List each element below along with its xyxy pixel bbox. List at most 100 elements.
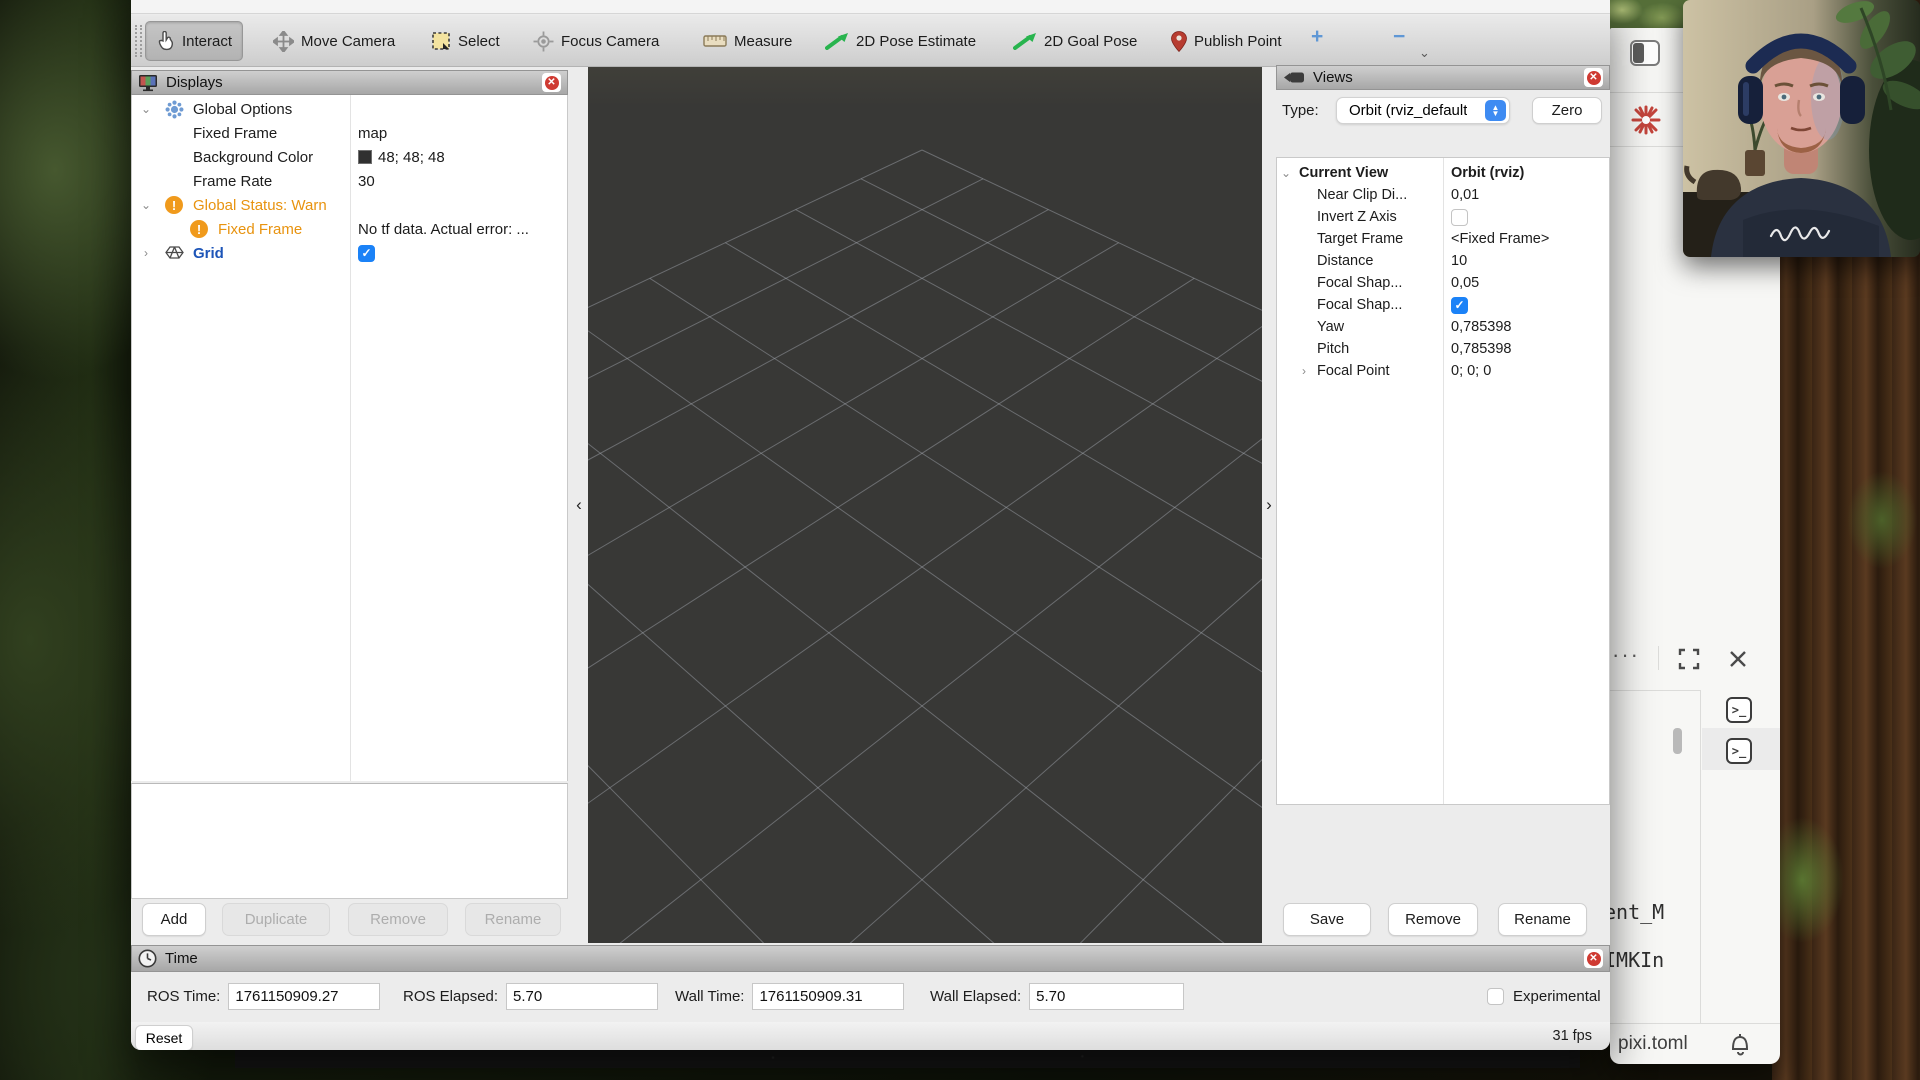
collapse-right-panel-handle[interactable]: › [1262, 67, 1276, 943]
experimental-checkbox[interactable] [1487, 988, 1504, 1005]
tree-row-fixed-frame-status[interactable]: ! Fixed Frame No tf data. Actual error: … [132, 217, 567, 241]
wall-elapsed-input[interactable] [1029, 983, 1184, 1010]
displays-panel-header[interactable]: Displays ✕ [131, 70, 568, 95]
views-property-tree: ⌄ Current View Orbit (rviz) Near Clip Di… [1276, 157, 1610, 805]
chevron-down-icon[interactable]: ⌄ [139, 198, 153, 212]
remove-tool-button[interactable]: − [1393, 25, 1405, 49]
starburst-icon[interactable] [1630, 104, 1662, 136]
row-value[interactable]: map [358, 125, 387, 142]
row-value[interactable]: 0,785398 [1451, 341, 1511, 357]
statusbar-filename[interactable]: pixi.toml [1618, 1033, 1688, 1055]
field-label: ROS Elapsed: [403, 988, 498, 1005]
reset-button[interactable]: Reset [135, 1025, 193, 1050]
row-label: Global Options [193, 101, 292, 118]
save-view-button[interactable]: Save [1283, 903, 1371, 936]
add-display-button[interactable]: Add [142, 903, 206, 936]
tree-row-frame-rate[interactable]: Frame Rate 30 [132, 169, 567, 193]
row-value[interactable]: 48; 48; 48 [358, 149, 445, 166]
toolbar-drag-handle[interactable] [135, 25, 142, 57]
tool-interact[interactable]: Interact [145, 21, 243, 61]
field-label: ROS Time: [147, 988, 220, 1005]
row-value[interactable]: 0,01 [1451, 187, 1479, 203]
view-row-current-view[interactable]: ⌄ Current View Orbit (rviz) [1277, 162, 1609, 184]
close-time-panel-button[interactable]: ✕ [1584, 949, 1603, 968]
tool-label: Interact [182, 33, 232, 50]
chevron-right-icon[interactable]: › [139, 246, 153, 260]
tool-2d-pose-estimate[interactable]: 2D Pose Estimate [815, 21, 986, 61]
row-value[interactable]: 10 [1451, 253, 1467, 269]
view-row-target-frame[interactable]: Target Frame <Fixed Frame> [1277, 228, 1609, 250]
fps-counter: 31 fps [1553, 1028, 1593, 1044]
rename-view-button[interactable]: Rename [1498, 903, 1587, 936]
view-row-distance[interactable]: Distance 10 [1277, 250, 1609, 272]
expand-icon[interactable] [1678, 648, 1700, 670]
chevron-right-icon: › [1266, 495, 1272, 515]
views-panel-header[interactable]: Views ✕ [1276, 65, 1610, 90]
tree-row-global-options[interactable]: ⌄ Global Options [132, 97, 567, 121]
close-views-panel-button[interactable]: ✕ [1584, 68, 1603, 87]
row-value: Orbit (rviz) [1451, 165, 1524, 181]
view-row-invert-z[interactable]: Invert Z Axis [1277, 206, 1609, 228]
view-row-focal-shape-fixed[interactable]: Focal Shap... ✓ [1277, 294, 1609, 316]
row-value[interactable]: 0,785398 [1451, 319, 1511, 335]
ros-elapsed-input[interactable] [506, 983, 658, 1010]
close-icon[interactable] [1728, 649, 1748, 669]
duplicate-display-button[interactable]: Duplicate [222, 903, 330, 936]
row-value[interactable]: <Fixed Frame> [1451, 231, 1549, 247]
window-top-strip [131, 0, 1610, 14]
grid-enabled-checkbox[interactable]: ✓ [358, 245, 375, 262]
displays-property-tree: ⌄ Global Options Fixed Frame map Backgro… [131, 95, 568, 781]
tool-select[interactable]: Select [421, 21, 510, 61]
select-stepper-icon: ▲▼ [1485, 100, 1506, 121]
tool-measure[interactable]: Measure [693, 21, 802, 61]
view-row-near-clip[interactable]: Near Clip Di... 0,01 [1277, 184, 1609, 206]
rviz-toolbar: Interact Move Camera Select [131, 15, 1610, 67]
tool-2d-goal-pose[interactable]: 2D Goal Pose [1003, 21, 1147, 61]
terminal-icon[interactable]: >_ [1726, 738, 1752, 764]
ros-time-input[interactable] [228, 983, 380, 1010]
global-options-icon [165, 100, 184, 119]
collapse-left-panel-handle[interactable]: ‹ [572, 67, 586, 943]
rename-display-button[interactable]: Rename [465, 903, 561, 936]
chevron-down-icon[interactable]: ⌄ [1279, 166, 1293, 180]
chevron-right-icon[interactable]: › [1297, 364, 1311, 378]
zero-button[interactable]: Zero [1532, 97, 1602, 124]
toolbar-overflow-chevron-icon[interactable]: ⌄ [1419, 45, 1430, 61]
tool-focus-camera[interactable]: Focus Camera [523, 21, 669, 61]
more-icon[interactable]: ··· [1612, 642, 1640, 668]
close-displays-panel-button[interactable]: ✕ [542, 73, 561, 92]
row-value[interactable]: 30 [358, 173, 375, 190]
tree-row-background-color[interactable]: Background Color 48; 48; 48 [132, 145, 567, 169]
view-type-value: Orbit (rviz_default [1349, 102, 1467, 119]
invert-z-checkbox[interactable] [1451, 209, 1468, 226]
tree-row-fixed-frame[interactable]: Fixed Frame map [132, 121, 567, 145]
tool-move-camera[interactable]: Move Camera [263, 21, 405, 61]
scrollbar-thumb[interactable] [1673, 728, 1682, 754]
remove-display-button[interactable]: Remove [348, 903, 448, 936]
tree-row-global-status[interactable]: ⌄ ! Global Status: Warn [132, 193, 567, 217]
map-pin-icon [1171, 31, 1187, 52]
tool-publish-point[interactable]: Publish Point [1161, 21, 1292, 61]
focal-shape-checkbox[interactable]: ✓ [1451, 297, 1468, 314]
row-value[interactable]: 0; 0; 0 [1451, 363, 1491, 379]
terminal-icon[interactable]: >_ [1726, 697, 1752, 723]
sidebar-toggle-icon[interactable] [1630, 40, 1660, 66]
add-tool-button[interactable]: + [1311, 25, 1323, 49]
remove-view-button[interactable]: Remove [1388, 903, 1478, 936]
green-arrow-icon [825, 32, 849, 50]
chevron-down-icon[interactable]: ⌄ [139, 102, 153, 116]
view-row-focal-point[interactable]: › Focal Point 0; 0; 0 [1277, 360, 1609, 382]
time-panel-header[interactable]: Time ✕ [131, 945, 1610, 972]
view-row-focal-shape-size[interactable]: Focal Shap... 0,05 [1277, 272, 1609, 294]
view-row-yaw[interactable]: Yaw 0,785398 [1277, 316, 1609, 338]
tree-row-grid-display[interactable]: › Grid ✓ [132, 241, 567, 265]
wall-time-input[interactable] [752, 983, 904, 1010]
view-type-select[interactable]: Orbit (rviz_default ▲▼ [1336, 97, 1510, 124]
row-value[interactable]: 0,05 [1451, 275, 1479, 291]
grid-display-icon [165, 245, 184, 264]
bell-icon[interactable] [1728, 1031, 1752, 1057]
time-panel: Time ✕ ROS Time: ROS Elapsed: Wall Time:… [131, 945, 1610, 1022]
view-row-pitch[interactable]: Pitch 0,785398 [1277, 338, 1609, 360]
row-label: Fixed Frame [193, 125, 277, 142]
3d-viewport[interactable] [588, 67, 1262, 943]
